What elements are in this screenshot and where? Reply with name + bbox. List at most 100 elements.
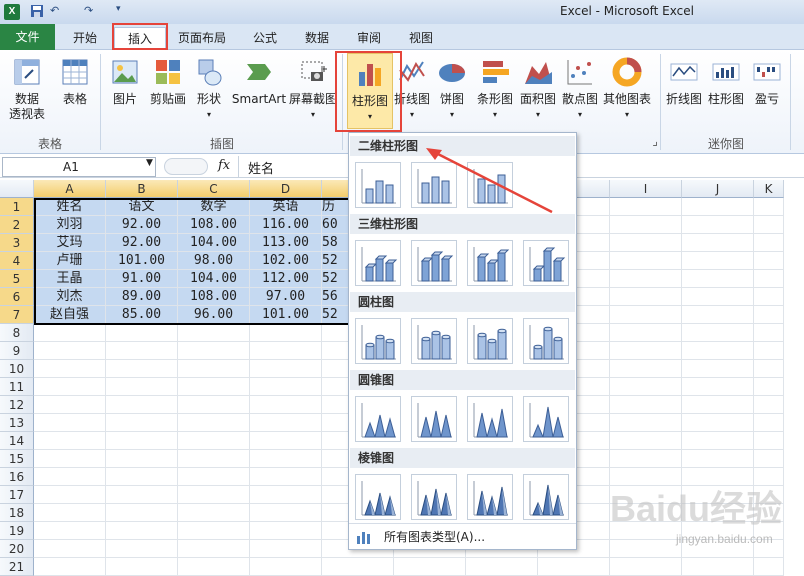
cell-i20[interactable]	[610, 540, 682, 558]
row-header-4[interactable]: 4	[0, 252, 34, 270]
cell-i2[interactable]	[610, 216, 682, 234]
cell-b21[interactable]	[106, 558, 178, 576]
cell-k8[interactable]	[754, 324, 784, 342]
chart-subtype-cyl-1[interactable]	[355, 318, 401, 364]
charts-dialog-launcher-icon[interactable]: ⌟	[612, 134, 658, 148]
cell-g21[interactable]	[466, 558, 538, 576]
formula-input[interactable]: 姓名	[248, 158, 274, 177]
cell-j1[interactable]	[682, 198, 754, 216]
cell-k13[interactable]	[754, 414, 784, 432]
cell-k21[interactable]	[754, 558, 784, 576]
cell-b8[interactable]	[106, 324, 178, 342]
cell-c12[interactable]	[178, 396, 250, 414]
cell-i21[interactable]	[610, 558, 682, 576]
cell-k6[interactable]	[754, 288, 784, 306]
shapes-button[interactable]: 形状 ▾	[190, 52, 228, 130]
cell-i7[interactable]	[610, 306, 682, 324]
cell-d17[interactable]	[250, 486, 322, 504]
cell-b13[interactable]	[106, 414, 178, 432]
row-header-12[interactable]: 12	[0, 396, 34, 414]
tab-home[interactable]: 开始	[60, 27, 110, 50]
area-chart-button[interactable]: 面积图 ▾	[517, 52, 559, 130]
cell-d8[interactable]	[250, 324, 322, 342]
cell-i1[interactable]	[610, 198, 682, 216]
cell-e21[interactable]	[322, 558, 394, 576]
cell-c18[interactable]	[178, 504, 250, 522]
chart-subtype-cyl-4[interactable]	[523, 318, 569, 364]
save-icon[interactable]	[30, 4, 44, 21]
cell-f21[interactable]	[394, 558, 466, 576]
cell-a9[interactable]	[34, 342, 106, 360]
name-box[interactable]: A1	[2, 157, 156, 177]
cell-j4[interactable]	[682, 252, 754, 270]
cell-c17[interactable]	[178, 486, 250, 504]
cell-d9[interactable]	[250, 342, 322, 360]
chart-subtype-cyl-3[interactable]	[467, 318, 513, 364]
cell-d12[interactable]	[250, 396, 322, 414]
other-charts-button[interactable]: 其他图表 ▾	[601, 52, 653, 130]
cell-i8[interactable]	[610, 324, 682, 342]
cell-k4[interactable]	[754, 252, 784, 270]
tab-data[interactable]: 数据	[294, 27, 340, 50]
cell-k7[interactable]	[754, 306, 784, 324]
chart-subtype-col2d-3[interactable]	[467, 162, 513, 208]
clipart-button[interactable]: 剪贴画	[146, 52, 190, 130]
pie-chart-button[interactable]: 饼图 ▾	[433, 52, 471, 130]
cell-b11[interactable]	[106, 378, 178, 396]
picture-button[interactable]: 图片	[104, 52, 146, 130]
cell-j5[interactable]	[682, 270, 754, 288]
cell-j12[interactable]	[682, 396, 754, 414]
cell-a15[interactable]	[34, 450, 106, 468]
column-header-c[interactable]: C	[178, 180, 250, 198]
cell-c10[interactable]	[178, 360, 250, 378]
cell-k1[interactable]	[754, 198, 784, 216]
cell-c16[interactable]	[178, 468, 250, 486]
row-header-11[interactable]: 11	[0, 378, 34, 396]
cell-a8[interactable]	[34, 324, 106, 342]
row-header-17[interactable]: 17	[0, 486, 34, 504]
cell-i11[interactable]	[610, 378, 682, 396]
bar-chart-button[interactable]: 条形图 ▾	[473, 52, 517, 130]
chart-subtype-cone-1[interactable]	[355, 396, 401, 442]
cell-a13[interactable]	[34, 414, 106, 432]
pivot-table-button[interactable]: 数据 透视表	[4, 52, 50, 130]
cell-c9[interactable]	[178, 342, 250, 360]
tab-view[interactable]: 视图	[398, 27, 444, 50]
cell-i5[interactable]	[610, 270, 682, 288]
formula-bar-resize-handle[interactable]	[164, 158, 208, 175]
column-header-a[interactable]: A	[34, 180, 106, 198]
insert-function-icon[interactable]: fx	[218, 158, 230, 173]
cell-d21[interactable]	[250, 558, 322, 576]
cell-c19[interactable]	[178, 522, 250, 540]
cell-h21[interactable]	[538, 558, 610, 576]
cell-i10[interactable]	[610, 360, 682, 378]
tab-formulas[interactable]: 公式	[240, 27, 290, 50]
cell-k14[interactable]	[754, 432, 784, 450]
cell-i4[interactable]	[610, 252, 682, 270]
cell-c8[interactable]	[178, 324, 250, 342]
cell-b20[interactable]	[106, 540, 178, 558]
chart-subtype-cyl-2[interactable]	[411, 318, 457, 364]
row-header-14[interactable]: 14	[0, 432, 34, 450]
chart-subtype-col3d-4[interactable]	[523, 240, 569, 286]
cell-j14[interactable]	[682, 432, 754, 450]
cell-d10[interactable]	[250, 360, 322, 378]
cell-i13[interactable]	[610, 414, 682, 432]
cell-c21[interactable]	[178, 558, 250, 576]
cell-b9[interactable]	[106, 342, 178, 360]
cell-j8[interactable]	[682, 324, 754, 342]
cell-b10[interactable]	[106, 360, 178, 378]
row-header-19[interactable]: 19	[0, 522, 34, 540]
cell-a21[interactable]	[34, 558, 106, 576]
cell-a10[interactable]	[34, 360, 106, 378]
row-header-10[interactable]: 10	[0, 360, 34, 378]
row-header-15[interactable]: 15	[0, 450, 34, 468]
cell-a11[interactable]	[34, 378, 106, 396]
sparkline-column-button[interactable]: 柱形图	[706, 52, 746, 130]
tab-file[interactable]: 文件	[0, 24, 55, 50]
cell-d18[interactable]	[250, 504, 322, 522]
cell-j11[interactable]	[682, 378, 754, 396]
cell-c13[interactable]	[178, 414, 250, 432]
chart-subtype-col2d-1[interactable]	[355, 162, 401, 208]
chart-subtype-cone-3[interactable]	[467, 396, 513, 442]
